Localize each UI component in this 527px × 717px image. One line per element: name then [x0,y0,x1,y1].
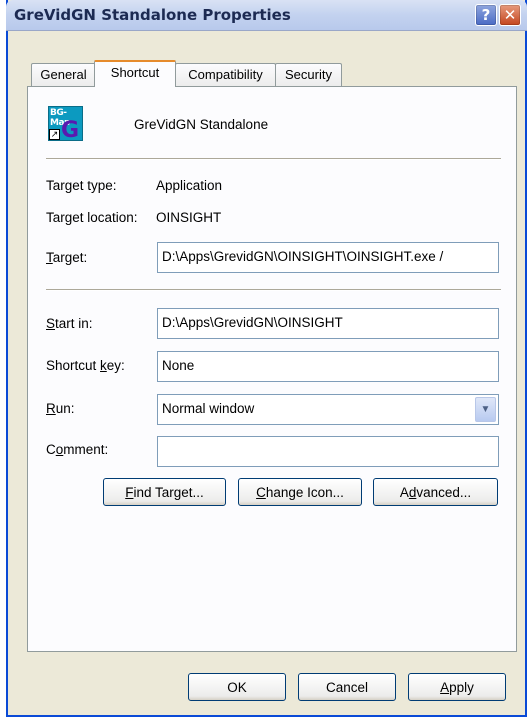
properties-dialog: GreVidGN Standalone Properties ? ✕ Gener… [6,0,527,717]
advanced-label: Advanced... [399,484,472,500]
shortcut-key-input[interactable]: None [157,351,499,382]
tab-security[interactable]: Security [275,63,342,86]
shortcut-name: GreVidGN Standalone [134,117,269,132]
cancel-button[interactable]: Cancel [298,673,396,701]
shortcut-arrow-icon: ↗ [49,129,60,140]
tab-compatibility[interactable]: Compatibility [175,63,276,86]
window-title: GreVidGN Standalone Properties [14,6,291,24]
start-in-input[interactable]: D:\Apps\GrevidGN\OINSIGHT [157,308,499,339]
tab-strip: General Shortcut Compatibility Security [27,60,427,87]
run-selected-value: Normal window [162,401,255,416]
change-icon-button[interactable]: Change Icon... [238,478,362,506]
separator [46,158,501,160]
help-button[interactable]: ? [475,4,497,26]
apply-label: Apply [440,679,474,695]
tab-general[interactable]: General [31,63,96,86]
title-bar[interactable]: GreVidGN Standalone Properties ? ✕ [6,0,527,31]
target-location-label: Target location: [46,210,138,225]
change-icon-label: Change Icon... [256,484,344,500]
app-shortcut-icon: BG-Map G ↗ [48,106,83,143]
comment-input[interactable] [157,436,499,467]
target-type-value: Application [156,178,223,193]
target-input[interactable]: D:\Apps\GrevidGN\OINSIGHT\OINSIGHT.exe / [157,242,499,273]
comment-label: Comment: [46,442,109,457]
target-label: Target: [46,250,88,265]
separator [46,289,501,291]
find-target-button[interactable]: Find Target... [103,478,226,506]
target-location-value: OINSIGHT [156,210,222,225]
icon-letter: G [61,118,80,143]
chevron-down-icon[interactable]: ▼ [475,397,496,422]
apply-button[interactable]: Apply [408,673,506,701]
run-select[interactable]: Normal window ▼ [157,394,499,425]
shortcut-panel: BG-Map G ↗ GreVidGN Standalone Target ty… [27,86,517,652]
tab-shortcut[interactable]: Shortcut [94,60,176,87]
start-in-label: Start in: [46,316,93,331]
advanced-button[interactable]: Advanced... [373,478,498,506]
find-target-label: Find Target... [125,484,204,500]
close-button[interactable]: ✕ [499,4,521,26]
ok-button[interactable]: OK [188,673,286,701]
shortcut-key-label: Shortcut key: [46,358,125,373]
target-type-label: Target type: [46,178,117,193]
run-label: Run: [46,401,75,416]
